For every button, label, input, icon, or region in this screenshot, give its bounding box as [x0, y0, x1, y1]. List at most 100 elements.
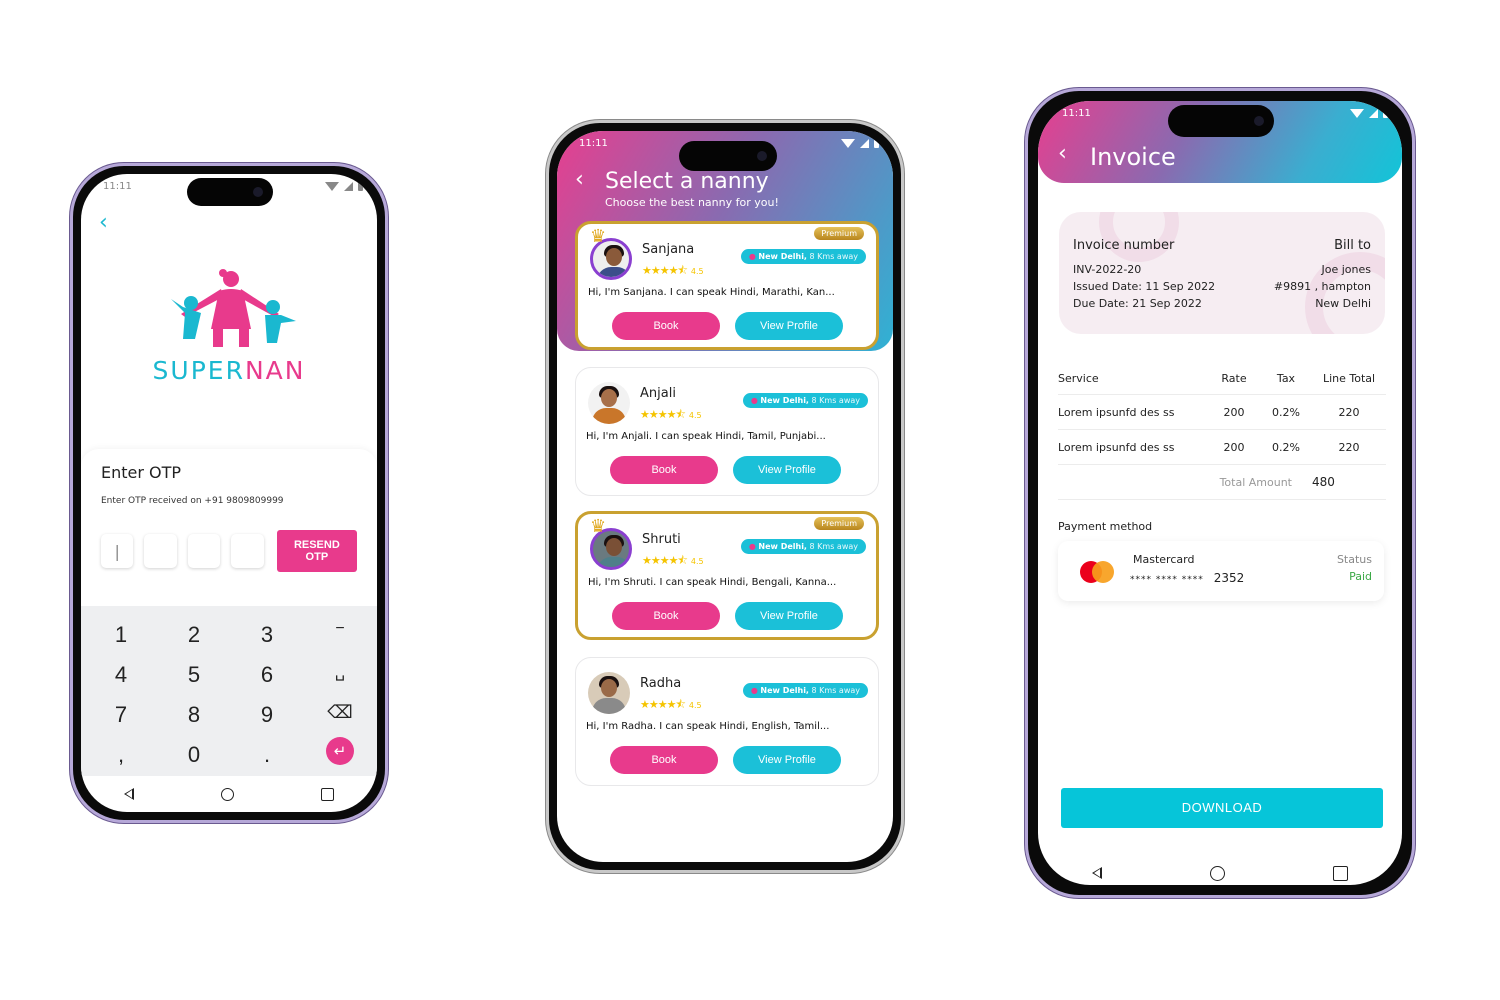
key-1[interactable]: 1 — [101, 622, 141, 648]
card-brand: Mastercard — [1133, 553, 1195, 566]
nanny-card[interactable]: Anjali ★★★★⯪ 4.5 ● New Delhi, 8 Kms away … — [575, 367, 879, 496]
android-nav-bar — [81, 774, 377, 812]
star-rating: ★★★★⯪ 4.5 — [642, 264, 704, 277]
nanny-name: Anjali — [640, 386, 676, 401]
key-7[interactable]: 7 — [101, 702, 141, 728]
otp-digit-1[interactable]: | — [101, 534, 134, 568]
location-badge: ● New Delhi, 8 Kms away — [742, 683, 868, 698]
nanny-list-screen: 11:11 ‹ Select a nanny Choose the best n… — [557, 131, 893, 862]
nanny-description: Hi, I'm Anjali. I can speak Hindi, Tamil… — [586, 431, 826, 442]
bill-to-city: New Delhi — [1315, 297, 1371, 310]
key-3[interactable]: 3 — [247, 622, 287, 648]
status-time: 11:11 — [579, 137, 608, 149]
total-label: Total Amount — [1219, 475, 1292, 489]
location-pin-icon: ● — [748, 252, 756, 261]
nanny-avatar[interactable] — [588, 382, 630, 424]
star-rating: ★★★★⯪ 4.5 — [640, 408, 702, 421]
page-subtitle: Choose the best nanny for you! — [605, 196, 779, 209]
location-badge: ● New Delhi, 8 Kms away — [740, 539, 866, 554]
table-header: Service Rate Tax Line Total — [1058, 363, 1386, 395]
otp-card: Enter OTP Enter OTP received on +91 9809… — [81, 449, 377, 609]
otp-screen: 11:11 ‹ SUPERNAN Enter OTP Enter OTP rec… — [81, 174, 377, 812]
bill-to-label: Bill to — [1334, 238, 1371, 253]
book-button[interactable]: Book — [612, 602, 720, 630]
invoice-number: INV-2022-20 — [1073, 263, 1142, 276]
enter-key-icon[interactable]: ↵ — [326, 737, 354, 765]
key-comma[interactable]: , — [101, 742, 141, 768]
otp-subtitle: Enter OTP received on +91 9809809999 — [101, 496, 284, 506]
nav-home-icon[interactable] — [1210, 865, 1225, 881]
star-rating: ★★★★⯪ 4.5 — [642, 554, 704, 567]
nav-back-icon[interactable] — [124, 788, 135, 800]
page-title: Invoice — [1090, 143, 1176, 171]
resend-otp-button[interactable]: RESEND OTP — [276, 530, 357, 572]
supernan-logo-icon — [171, 269, 296, 347]
signal-icon — [344, 181, 353, 191]
issued-date: Issued Date: 11 Sep 2022 — [1073, 280, 1216, 293]
wifi-icon — [841, 138, 855, 148]
numeric-keypad: 1 2 3 − 4 5 6 ␣ 7 8 9 ⌫ , 0 . ↵ — [81, 606, 377, 776]
nanny-description: Hi, I'm Shruti. I can speak Hindi, Benga… — [588, 577, 837, 588]
key-period[interactable]: . — [247, 742, 287, 768]
otp-digit-2[interactable] — [144, 534, 177, 568]
nav-home-icon[interactable] — [220, 787, 234, 801]
view-profile-button[interactable]: View Profile — [733, 746, 841, 774]
key-8[interactable]: 8 — [174, 702, 214, 728]
key-5[interactable]: 5 — [174, 662, 214, 688]
back-button[interactable]: ‹ — [575, 167, 584, 192]
back-button[interactable]: ‹ — [99, 210, 108, 235]
book-button[interactable]: Book — [610, 746, 718, 774]
key-6[interactable]: 6 — [247, 662, 287, 688]
download-button[interactable]: DOWNLOAD — [1061, 788, 1383, 828]
premium-badge: Premium — [814, 517, 864, 530]
key-0[interactable]: 0 — [174, 742, 214, 768]
otp-digit-3[interactable] — [187, 534, 221, 568]
key-9[interactable]: 9 — [247, 702, 287, 728]
nanny-description: Hi, I'm Radha. I can speak Hindi, Englis… — [586, 721, 830, 732]
mastercard-icon — [1080, 561, 1118, 583]
view-profile-button[interactable]: View Profile — [733, 456, 841, 484]
book-button[interactable]: Book — [610, 456, 718, 484]
star-rating: ★★★★⯪ 4.5 — [640, 698, 702, 711]
nanny-name: Radha — [640, 676, 682, 691]
battery-icon — [1383, 108, 1388, 118]
location-badge: ● New Delhi, 8 Kms away — [740, 249, 866, 264]
dynamic-island — [187, 178, 273, 206]
dynamic-island — [1168, 105, 1274, 137]
crown-icon: ♛ — [590, 226, 607, 247]
crown-icon: ♛ — [590, 516, 607, 537]
payment-card: Mastercard **** **** **** 2352 Status Pai… — [1058, 541, 1384, 601]
invoice-number-label: Invoice number — [1073, 238, 1175, 253]
otp-digit-4[interactable] — [231, 534, 264, 568]
premium-badge: Premium — [814, 227, 864, 240]
table-row: Lorem ipsunfd des ss 200 0.2% 220 — [1058, 430, 1386, 465]
nanny-card[interactable]: Premium ♛ Shruti ★★★★⯪ 4.5 ● New Delhi, 8… — [575, 511, 879, 640]
back-button[interactable]: ‹ — [1058, 141, 1067, 166]
book-button[interactable]: Book — [612, 312, 720, 340]
card-number: **** **** **** 2352 — [1130, 571, 1245, 585]
nanny-avatar[interactable] — [588, 672, 630, 714]
nanny-description: Hi, I'm Sanjana. I can speak Hindi, Mara… — [588, 287, 835, 298]
key-2[interactable]: 2 — [174, 622, 214, 648]
nav-back-icon[interactable] — [1092, 867, 1102, 879]
nanny-name: Shruti — [642, 532, 681, 547]
nav-recents-icon[interactable] — [1333, 865, 1348, 881]
table-row: Lorem ipsunfd des ss 200 0.2% 220 — [1058, 395, 1386, 430]
dynamic-island — [679, 141, 777, 171]
key-dash[interactable]: − — [320, 620, 360, 638]
key-space[interactable]: ␣ — [320, 662, 360, 682]
view-profile-button[interactable]: View Profile — [735, 602, 843, 630]
nanny-card[interactable]: Radha ★★★★⯪ 4.5 ● New Delhi, 8 Kms away H… — [575, 657, 879, 786]
battery-icon — [874, 138, 879, 148]
view-profile-button[interactable]: View Profile — [735, 312, 843, 340]
phone-invoice: 11:11 ‹ Invoice Invoice number INV-2022-… — [1025, 88, 1415, 898]
otp-title: Enter OTP — [101, 463, 182, 482]
invoice-table: Service Rate Tax Line Total Lorem ipsunf… — [1058, 363, 1386, 500]
nanny-card[interactable]: Premium ♛ Sanjana ★★★★⯪ 4.5 ● New Delhi, … — [575, 221, 879, 350]
bill-to-name: Joe jones — [1321, 263, 1372, 276]
due-date: Due Date: 21 Sep 2022 — [1073, 297, 1202, 310]
key-4[interactable]: 4 — [101, 662, 141, 688]
invoice-screen: 11:11 ‹ Invoice Invoice number INV-2022-… — [1038, 101, 1402, 885]
nav-recents-icon[interactable] — [320, 787, 334, 801]
backspace-key-icon[interactable]: ⌫ — [320, 702, 360, 723]
